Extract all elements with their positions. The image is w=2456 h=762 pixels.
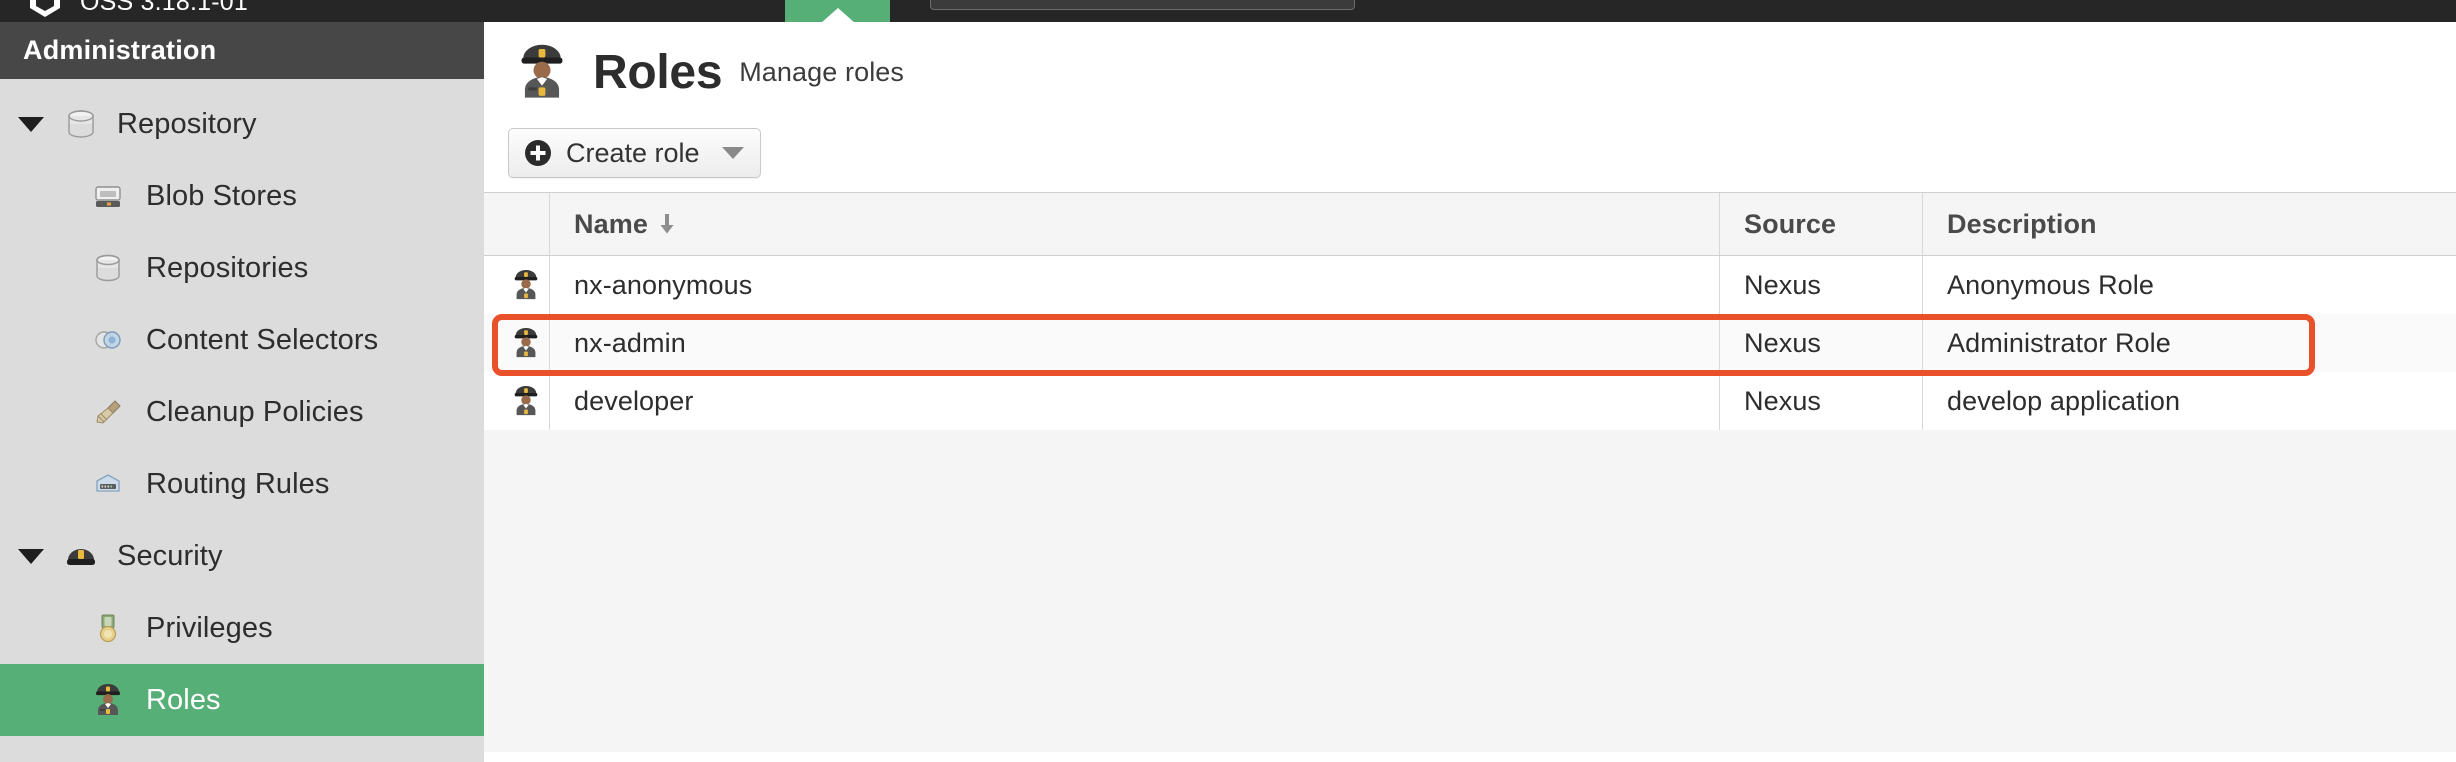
- role-description: Anonymous Role: [1947, 269, 2155, 300]
- sidebar-group-security[interactable]: Security: [0, 520, 484, 592]
- table-row[interactable]: nx-admin Nexus Administrator Role: [484, 314, 2456, 372]
- caret-down-icon: [18, 548, 44, 564]
- sidebar-title: Administration: [0, 22, 484, 79]
- sidebar-item-blob-stores[interactable]: Blob Stores: [0, 160, 484, 232]
- broom-icon: [88, 392, 128, 432]
- table-empty-area: [484, 430, 2456, 752]
- table-header-source[interactable]: Source: [1720, 193, 1923, 255]
- table-header-icon-col: [484, 193, 550, 255]
- police-officer-icon: [88, 680, 128, 720]
- chevron-down-icon[interactable]: [721, 147, 744, 159]
- sidebar-item-repositories[interactable]: Repositories: [0, 232, 484, 304]
- database-icon: [61, 104, 101, 144]
- police-officer-icon: [508, 325, 544, 361]
- sidebar-item-label: Cleanup Policies: [146, 395, 364, 428]
- main-content: Roles Manage roles Create role Name Sour…: [484, 22, 2456, 762]
- table-header-name[interactable]: Name: [550, 193, 1720, 255]
- application-window: OSS 3.18.1-01 Administration Repository: [0, 0, 2456, 762]
- sidebar-nav: Repository Blob Stores Repositories Cont…: [0, 79, 484, 736]
- search-input[interactable]: [930, 0, 1355, 10]
- sidebar-item-cleanup-policies[interactable]: Cleanup Policies: [0, 376, 484, 448]
- column-label-name: Name: [574, 208, 648, 239]
- row-icon-cell: [484, 372, 550, 430]
- top-navigation-bar: OSS 3.18.1-01: [0, 0, 2456, 22]
- police-cap-icon: [61, 536, 101, 576]
- row-source-cell: Nexus: [1720, 372, 1923, 430]
- roles-table: Name Source Description nx-anonymous Nex…: [484, 192, 2456, 752]
- sidebar-item-label: Blob Stores: [146, 179, 298, 212]
- role-description: Administrator Role: [1947, 327, 2171, 358]
- row-name-cell: nx-admin: [550, 314, 1720, 372]
- row-icon-cell: [484, 256, 550, 314]
- app-version-label: OSS 3.18.1-01: [80, 0, 248, 16]
- role-name: nx-anonymous: [574, 269, 753, 300]
- create-role-button[interactable]: Create role: [508, 128, 761, 178]
- role-source: Nexus: [1744, 385, 1822, 416]
- sidebar-item-label: Repositories: [146, 251, 309, 284]
- sidebar-group-label: Security: [117, 539, 223, 572]
- arrow-down-icon: [658, 212, 676, 236]
- column-label-source: Source: [1744, 208, 1837, 239]
- page-title: Roles: [593, 45, 723, 99]
- blob-store-icon: [88, 176, 128, 216]
- caret-down-icon: [18, 116, 44, 132]
- table-header-description[interactable]: Description: [1923, 193, 2456, 255]
- content-selector-icon: [88, 320, 128, 360]
- role-name: developer: [574, 385, 694, 416]
- routing-rules-icon: [88, 464, 128, 504]
- role-source: Nexus: [1744, 269, 1822, 300]
- sidebar-item-content-selectors[interactable]: Content Selectors: [0, 304, 484, 376]
- page-subtitle: Manage roles: [739, 56, 905, 87]
- row-description-cell: develop application: [1923, 372, 2456, 430]
- sidebar: Administration Repository Blob Stores Re…: [0, 22, 484, 762]
- row-name-cell: developer: [550, 372, 1720, 430]
- role-description: develop application: [1947, 385, 2181, 416]
- row-name-cell: nx-anonymous: [550, 256, 1720, 314]
- row-description-cell: Administrator Role: [1923, 314, 2456, 372]
- police-officer-icon: [511, 41, 573, 103]
- nexus-logo-icon: [26, 0, 64, 21]
- role-name: nx-admin: [574, 327, 686, 358]
- create-role-label: Create role: [566, 137, 700, 168]
- row-description-cell: Anonymous Role: [1923, 256, 2456, 314]
- sidebar-item-label: Privileges: [146, 611, 273, 644]
- police-officer-icon: [508, 383, 544, 419]
- sidebar-group-repository[interactable]: Repository: [0, 88, 484, 160]
- row-source-cell: Nexus: [1720, 256, 1923, 314]
- page-header: Roles Manage roles: [484, 22, 2456, 122]
- table-header-row: Name Source Description: [484, 193, 2456, 256]
- table-row[interactable]: nx-anonymous Nexus Anonymous Role: [484, 256, 2456, 314]
- medal-icon: [88, 608, 128, 648]
- column-label-description: Description: [1947, 208, 2097, 239]
- sidebar-item-label: Routing Rules: [146, 467, 330, 500]
- sidebar-item-routing-rules[interactable]: Routing Rules: [0, 448, 484, 520]
- plus-circle-icon: [523, 138, 553, 168]
- brand-area[interactable]: OSS 3.18.1-01: [0, 0, 248, 22]
- role-source: Nexus: [1744, 327, 1822, 358]
- toolbar: Create role: [484, 122, 2456, 184]
- sidebar-group-label: Repository: [117, 107, 257, 140]
- database-icon: [88, 248, 128, 288]
- sidebar-item-privileges[interactable]: Privileges: [0, 592, 484, 664]
- row-source-cell: Nexus: [1720, 314, 1923, 372]
- sidebar-item-roles[interactable]: Roles: [0, 664, 484, 736]
- police-officer-icon: [508, 267, 544, 303]
- table-row[interactable]: developer Nexus develop application: [484, 372, 2456, 430]
- sidebar-item-label: Content Selectors: [146, 323, 379, 356]
- sidebar-item-label: Roles: [146, 683, 221, 716]
- active-tab-indicator[interactable]: [785, 0, 890, 22]
- row-icon-cell: [484, 314, 550, 372]
